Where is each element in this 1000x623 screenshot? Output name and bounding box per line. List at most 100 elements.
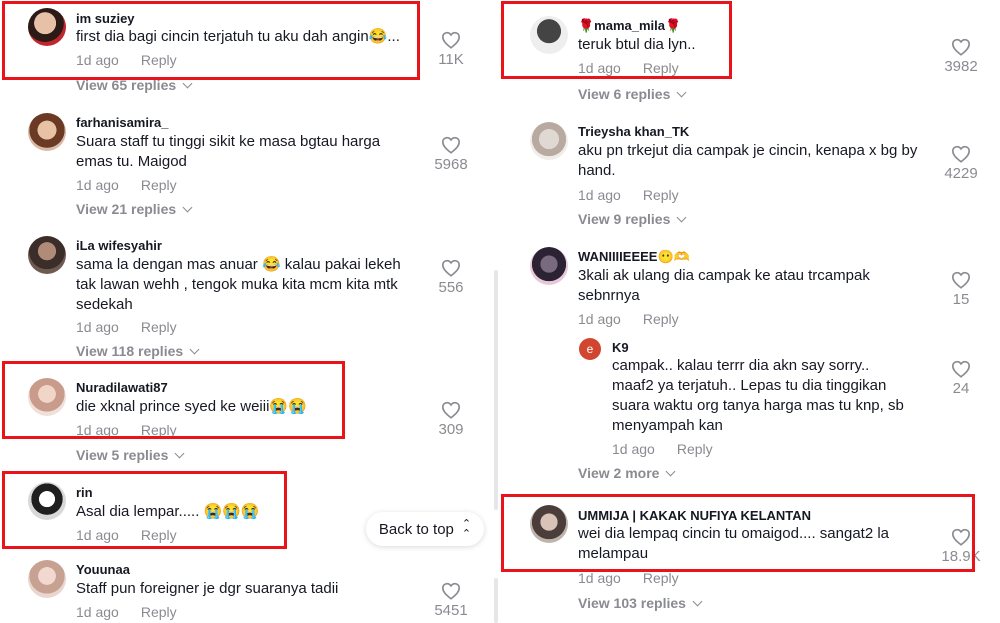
comment-username[interactable]: UMMIJA | KAKAK NUFIYA KELANTAN — [578, 508, 811, 523]
avatar[interactable] — [28, 560, 66, 598]
heart-icon — [951, 145, 971, 163]
view-replies-link[interactable]: View 5 replies — [76, 447, 185, 463]
comment-username[interactable]: farhanisamira_ — [76, 115, 169, 130]
avatar[interactable]: e — [579, 338, 601, 360]
avatar[interactable] — [28, 113, 66, 151]
comment-meta: 1d ago Reply — [578, 311, 679, 327]
like-button[interactable]: 5451 — [431, 582, 471, 619]
comment-time: 1d ago — [76, 319, 119, 335]
comment-text: campak.. kalau terrr dia akn say sorry..… — [612, 357, 904, 434]
comment-text: Staff pun foreigner je dgr suaranya tadi… — [76, 580, 339, 597]
like-button[interactable]: 556 — [431, 259, 471, 296]
comment-text: aku pn trkejut dia campak je cincin, ken… — [578, 142, 918, 179]
comment-username[interactable]: im suziey — [76, 11, 135, 26]
view-replies-link[interactable]: View 103 replies — [578, 595, 703, 611]
comment-username[interactable]: iLa wifesyahir — [76, 238, 162, 253]
comment-text: Suara staff tu tinggi sikit ke masa bgta… — [76, 133, 381, 170]
comment-username[interactable]: K9 — [612, 340, 629, 355]
avatar[interactable] — [530, 122, 568, 160]
chevron-down-icon — [666, 466, 676, 477]
comment-meta: 1d ago Reply — [76, 527, 177, 543]
heart-icon — [951, 38, 971, 56]
avatar[interactable] — [28, 236, 66, 274]
view-more-link[interactable]: View 2 more — [578, 465, 676, 481]
comment-meta: 1d ago Reply — [76, 52, 177, 68]
heart-icon — [441, 401, 461, 419]
heart-icon — [951, 528, 971, 546]
view-replies-link[interactable]: View 65 replies — [76, 77, 193, 93]
like-count: 15 — [952, 291, 970, 308]
reply-button[interactable]: Reply — [643, 187, 679, 203]
avatar[interactable] — [28, 378, 66, 416]
comment-username[interactable]: rin — [76, 485, 93, 500]
like-button[interactable]: 18.9K — [941, 528, 981, 565]
reply-button[interactable]: Reply — [677, 441, 713, 457]
chevron-down-icon — [676, 212, 687, 223]
chevron-down-icon — [189, 344, 200, 355]
comment-username[interactable]: Nuradilawati87 — [76, 380, 168, 395]
like-button[interactable]: 4229 — [941, 145, 981, 182]
back-to-top-button[interactable]: Back to top ⌃ ⌃ — [366, 512, 484, 546]
comment-time: 1d ago — [76, 52, 119, 68]
avatar-letter: e — [586, 342, 594, 356]
comment-username[interactable]: 🌹mama_mila🌹 — [578, 18, 681, 34]
avatar[interactable] — [530, 505, 568, 543]
chevron-down-icon — [174, 448, 185, 459]
view-replies-link[interactable]: View 9 replies — [578, 211, 687, 227]
back-to-top-label: Back to top — [378, 520, 454, 538]
comment-meta: 1d ago Reply — [76, 604, 177, 620]
like-button[interactable]: 5968 — [431, 136, 471, 173]
reply-button[interactable]: Reply — [643, 60, 679, 76]
comment-text: wei dia lempaq cincin tu omaigod.... san… — [578, 525, 890, 562]
comment-text: first dia bagi cincin terjatuh tu aku da… — [76, 28, 400, 45]
comment-username[interactable]: Youunaa — [76, 562, 130, 577]
comment-username[interactable]: WANIIIIEEEE😶🫶 — [578, 249, 690, 265]
reply-button[interactable]: Reply — [643, 570, 679, 586]
like-button[interactable]: 11K — [431, 31, 471, 68]
avatar[interactable] — [28, 8, 66, 46]
double-chevron-up-icon: ⌃ ⌃ — [461, 518, 472, 540]
comment-username[interactable]: Trieysha khan_TK — [578, 124, 689, 139]
comment-time: 1d ago — [612, 441, 655, 457]
heart-icon — [441, 31, 461, 49]
reply-button[interactable]: Reply — [141, 527, 177, 543]
comment-time: 1d ago — [76, 527, 119, 543]
like-count: 309 — [438, 421, 464, 438]
like-button[interactable]: 3982 — [941, 38, 981, 75]
comment-time: 1d ago — [76, 604, 119, 620]
comment-text: 3kali ak ulang dia campak ke atau trcamp… — [578, 267, 870, 304]
comment-meta: 1d ago Reply — [612, 441, 713, 457]
comment-meta: 1d ago Reply — [76, 319, 177, 335]
like-count: 3982 — [944, 58, 978, 75]
like-count: 556 — [438, 279, 464, 296]
reply-button[interactable]: Reply — [141, 319, 177, 335]
comment-meta: 1d ago Reply — [578, 60, 679, 76]
like-count: 24 — [952, 380, 970, 397]
comment-time: 1d ago — [76, 422, 119, 438]
reply-button[interactable]: Reply — [141, 422, 177, 438]
chevron-down-icon — [182, 78, 193, 89]
comment-text: sama la dengan mas anuar 😂 kalau pakai l… — [76, 256, 401, 313]
reply-button[interactable]: Reply — [141, 177, 177, 193]
view-replies-link[interactable]: View 118 replies — [76, 343, 200, 359]
like-button[interactable]: 309 — [431, 401, 471, 438]
like-button[interactable]: 24 — [941, 360, 981, 397]
reply-button[interactable]: Reply — [643, 311, 679, 327]
heart-icon — [951, 360, 971, 378]
reply-button[interactable]: Reply — [141, 604, 177, 620]
chevron-down-icon — [676, 87, 687, 98]
like-button[interactable]: 15 — [941, 271, 981, 308]
view-replies-link[interactable]: View 21 replies — [76, 201, 193, 217]
avatar[interactable] — [530, 247, 568, 285]
avatar[interactable] — [28, 482, 66, 520]
comment-text: Asal dia lempar..... 😭😭😭 — [76, 503, 260, 520]
view-replies-link[interactable]: View 6 replies — [578, 86, 687, 102]
reply-button[interactable]: Reply — [141, 52, 177, 68]
comment-time: 1d ago — [76, 177, 119, 193]
chevron-down-icon — [692, 596, 703, 607]
scrollbar-track[interactable] — [494, 578, 498, 623]
comment-meta: 1d ago Reply — [578, 570, 679, 586]
avatar[interactable] — [530, 16, 568, 54]
comment-time: 1d ago — [578, 570, 621, 586]
scrollbar-track[interactable] — [494, 270, 498, 510]
